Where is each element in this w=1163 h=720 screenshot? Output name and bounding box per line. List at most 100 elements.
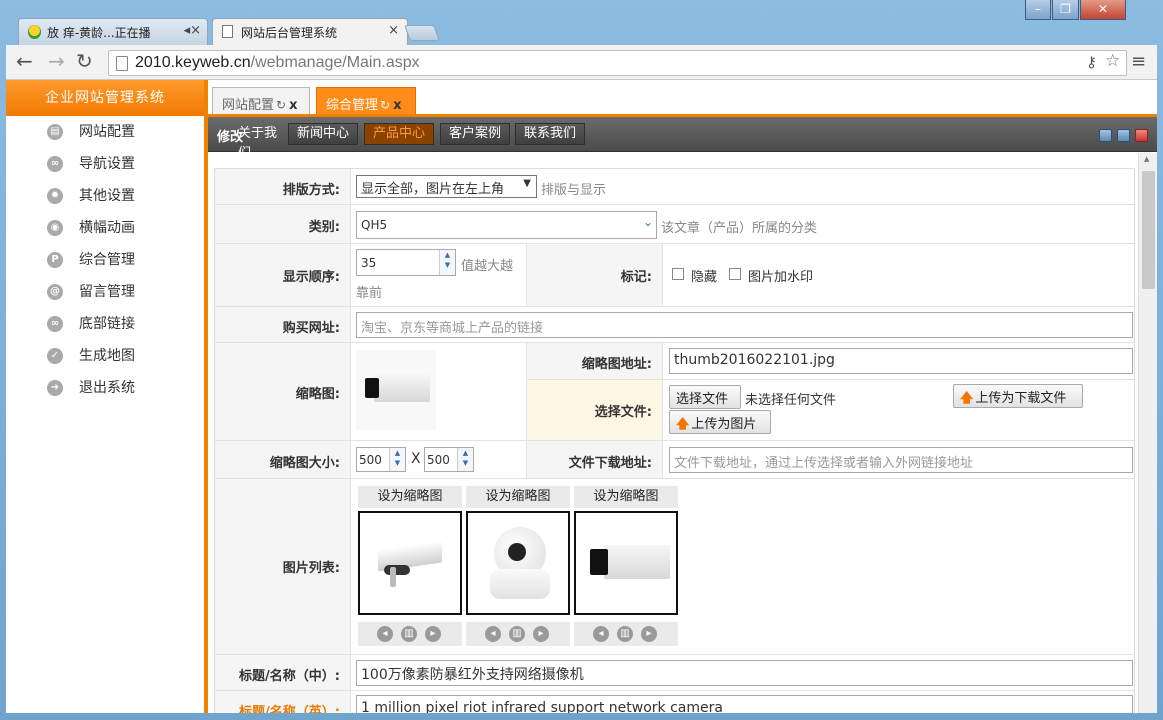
download-address-label: 文件下载地址: (527, 441, 663, 479)
move-left-icon[interactable]: ◂ (485, 626, 501, 642)
stepper-arrows[interactable]: ▲ ▼ (439, 250, 455, 275)
key-icon[interactable]: ⚷ (1086, 53, 1097, 71)
tab-close-icon[interactable]: × (388, 23, 399, 38)
sidebar-item-label: 导航设置 (79, 156, 135, 172)
link-icon: ∞ (47, 156, 63, 172)
picture-item: 设为缩略图 ◂ ▥ ▸ (466, 486, 570, 646)
move-right-icon[interactable]: ▸ (425, 626, 441, 642)
camera-icon: ◉ (47, 220, 63, 236)
address-bar[interactable]: 2010.keyweb.cn/webmanage/Main.aspx ⚷ ☆ (108, 50, 1127, 76)
panel-maximize-icon[interactable] (1117, 129, 1130, 142)
sidebar-item-logout[interactable]: ➜ 退出系统 (6, 372, 204, 404)
close-icon[interactable]: x (289, 98, 297, 113)
category-hint: 该文章（产品）所属的分类 (661, 221, 818, 236)
upload-image-button[interactable]: 🡅 上传为图片 (669, 410, 771, 434)
refresh-icon[interactable]: ↻ (380, 98, 390, 112)
section-button-label: 新闻中心 (296, 126, 349, 141)
title-cn-input[interactable]: 100万像素防暴红外支持网络摄像机 (356, 660, 1133, 686)
sidebar-item-nav[interactable]: ∞ 导航设置 (6, 148, 204, 180)
panel-close-icon[interactable] (1135, 129, 1148, 142)
picture-controls: ◂ ▥ ▸ (358, 622, 462, 646)
order-hint-line1: 值越大越 (461, 259, 514, 274)
thumb-height-stepper[interactable]: 500 ▲ ▼ (424, 447, 474, 472)
buy-url-input[interactable]: 淘宝、京东等商城上产品的链接 (356, 312, 1133, 338)
product-image (574, 511, 678, 615)
window-bottom-edge (0, 713, 1163, 720)
forward-icon[interactable]: → (48, 51, 65, 71)
scroll-up-icon[interactable]: ▲ (1144, 155, 1149, 163)
product-image (466, 511, 570, 615)
order-stepper[interactable]: 35 ▲ ▼ (356, 249, 456, 276)
set-thumbnail-button[interactable]: 设为缩略图 (466, 486, 570, 508)
panel-minimize-icon[interactable] (1099, 129, 1112, 142)
browser-tab-music[interactable]: 放 痒-黄龄...正在播 ◂× (18, 18, 208, 45)
vertical-scrollbar[interactable]: ▲ (1138, 153, 1157, 713)
move-right-icon[interactable]: ▸ (533, 626, 549, 642)
scrollbar-thumb[interactable] (1142, 171, 1155, 289)
sidebar-item-sitemap[interactable]: ✓ 生成地图 (6, 340, 204, 372)
main-panel: 网站配置↻x 综合管理↻x 修改 关于我们 新闻中心 产品中心 客户案例 联系我… (208, 80, 1157, 713)
back-icon[interactable]: ← (16, 51, 33, 71)
gear-icon: ✹ (47, 188, 63, 204)
section-cases-button[interactable]: 客户案例 (440, 123, 510, 145)
section-button-label: 产品中心 (372, 126, 425, 141)
tab-site-config[interactable]: 网站配置 ↻ x (212, 87, 310, 114)
arrow-right-icon: ➜ (47, 380, 63, 396)
restore-button[interactable]: ❐ (1052, 0, 1079, 20)
set-thumbnail-button[interactable]: 设为缩略图 (358, 486, 462, 508)
sidebar-item-other[interactable]: ✹ 其他设置 (6, 180, 204, 212)
sidebar-item-banner[interactable]: ◉ 横幅动画 (6, 212, 204, 244)
menu-icon[interactable]: ≡ (1131, 52, 1146, 72)
check-icon: ✓ (47, 348, 63, 364)
url-path: /webmanage/Main.aspx (250, 54, 420, 71)
buy-url-label: 购买网址: (215, 307, 351, 343)
section-products-button[interactable]: 产品中心 (364, 123, 434, 145)
star-icon[interactable]: ☆ (1105, 51, 1120, 71)
set-thumbnail-button[interactable]: 设为缩略图 (574, 486, 678, 508)
watermark-checkbox[interactable] (729, 268, 741, 280)
product-image (358, 511, 462, 615)
move-right-icon[interactable]: ▸ (641, 626, 657, 642)
delete-icon[interactable]: ▥ (401, 626, 417, 642)
app-title: 企业网站管理系统 (6, 80, 204, 116)
section-about-button[interactable]: 关于我们 (238, 123, 280, 161)
minimize-button[interactable]: – (1025, 0, 1051, 20)
picture-item: 设为缩略图 ◂ ▥ ▸ (358, 486, 462, 646)
settings-icon: ▤ (47, 124, 63, 140)
reload-icon[interactable]: ↻ (76, 51, 93, 71)
sidebar-item-general[interactable]: P 综合管理 (6, 244, 204, 276)
title-en-input[interactable]: 1 million pixel riot infrared support ne… (356, 695, 1133, 713)
new-tab-button[interactable] (404, 25, 440, 41)
product-form: 排版方式: 显示全部，图片在左上角 ▼ 排版与显示 类别: QH5 ⌄ 该文章（产品… (214, 168, 1135, 713)
form-area: 排版方式: 显示全部，图片在左上角 ▼ 排版与显示 类别: QH5 ⌄ 该文章（产品… (208, 153, 1138, 713)
sidebar-item-footer-links[interactable]: ∞ 底部链接 (6, 308, 204, 340)
thumbnail-address-input[interactable]: thumb2016022101.jpg (669, 348, 1133, 374)
layout-select[interactable]: 显示全部，图片在左上角 ▼ (356, 175, 537, 198)
stepper-arrows[interactable]: ▲ ▼ (457, 448, 473, 471)
close-window-button[interactable]: ✕ (1080, 0, 1126, 20)
delete-icon[interactable]: ▥ (617, 626, 633, 642)
move-left-icon[interactable]: ◂ (593, 626, 609, 642)
thumb-width-stepper[interactable]: 500 ▲ ▼ (356, 447, 406, 472)
sidebar-item-label: 其他设置 (79, 188, 135, 204)
close-icon[interactable]: x (393, 98, 401, 113)
stepper-arrows[interactable]: ▲ ▼ (389, 448, 405, 471)
browser-tab-admin[interactable]: 网站后台管理系统 × (212, 18, 408, 45)
section-contact-button[interactable]: 联系我们 (515, 123, 585, 145)
picture-list-label: 图片列表: (215, 479, 351, 655)
tab-close-icon[interactable]: ◂× (184, 23, 201, 38)
move-left-icon[interactable]: ◂ (377, 626, 393, 642)
category-select[interactable]: QH5 ⌄ (356, 211, 657, 239)
choose-file-button[interactable]: 选择文件 (669, 385, 741, 409)
page-viewport: 企业网站管理系统 ▤ 网站配置 ∞ 导航设置 ✹ 其他设置 ◉ 横幅动画 P 综合管理 @… (6, 80, 1157, 713)
sidebar-item-site-config[interactable]: ▤ 网站配置 (6, 116, 204, 148)
refresh-icon[interactable]: ↻ (276, 98, 286, 112)
section-news-button[interactable]: 新闻中心 (288, 123, 358, 145)
hidden-checkbox[interactable] (672, 268, 684, 280)
url-host: 2010.keyweb.cn (135, 54, 251, 71)
tab-general[interactable]: 综合管理 ↻ x (316, 87, 416, 114)
download-address-input[interactable]: 文件下载地址，通过上传选择或者输入外网链接地址 (669, 447, 1133, 473)
upload-download-button[interactable]: 🡅 上传为下载文件 (953, 384, 1083, 408)
delete-icon[interactable]: ▥ (509, 626, 525, 642)
sidebar-item-messages[interactable]: @ 留言管理 (6, 276, 204, 308)
